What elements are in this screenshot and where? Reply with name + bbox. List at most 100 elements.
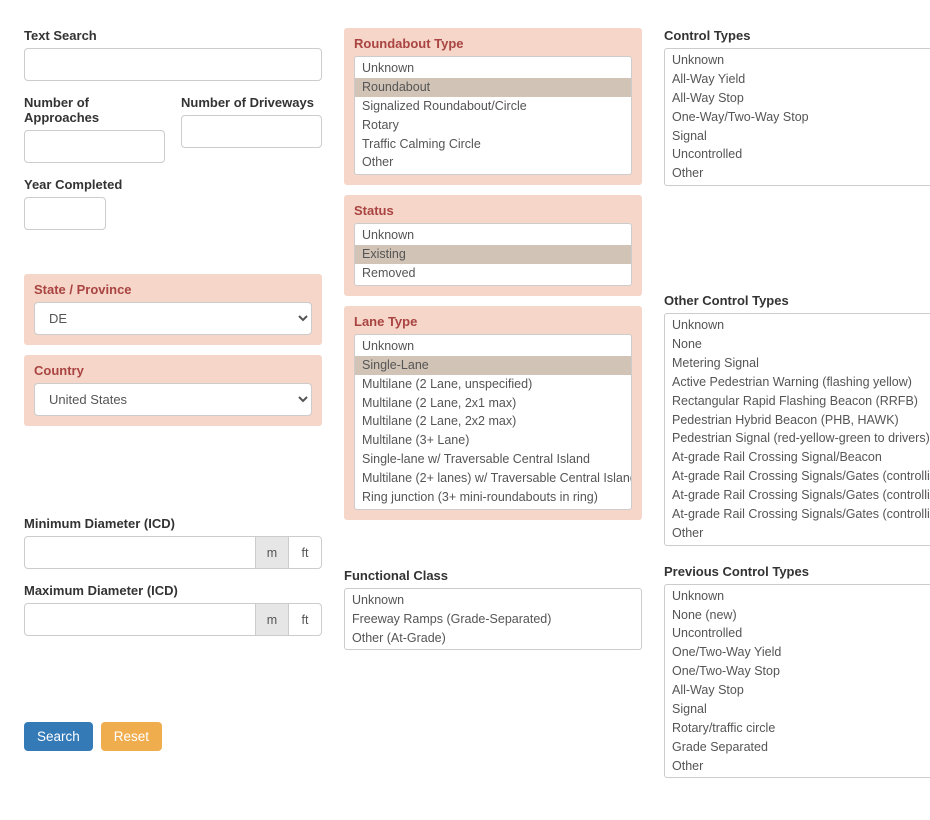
control-types-label: Control Types — [664, 28, 930, 43]
list-item[interactable]: At-grade Rail Crossing Signals/Gates (co… — [665, 467, 930, 486]
list-item[interactable]: Rotary — [355, 116, 631, 135]
list-item[interactable]: Unknown — [355, 226, 631, 245]
max-diameter-field: Maximum Diameter (ICD) m ft — [24, 583, 322, 636]
other-control-types-field: Other Control Types UnknownNoneMetering … — [664, 293, 930, 546]
max-diameter-input[interactable] — [24, 603, 256, 636]
list-item[interactable]: Active Pedestrian Warning (flashing yell… — [665, 373, 930, 392]
list-item[interactable]: Unknown — [665, 587, 930, 606]
list-item[interactable]: At-grade Rail Crossing Signals/Gates (co… — [665, 486, 930, 505]
list-item[interactable]: Existing — [355, 245, 631, 264]
list-item[interactable]: Unknown — [665, 316, 930, 335]
driveways-label: Number of Driveways — [181, 95, 322, 110]
list-item[interactable]: None (new) — [665, 606, 930, 625]
min-diameter-input[interactable] — [24, 536, 256, 569]
year-label: Year Completed — [24, 177, 322, 192]
list-item[interactable]: Uncontrolled — [665, 624, 930, 643]
min-diameter-field: Minimum Diameter (ICD) m ft — [24, 516, 322, 569]
min-unit-m-button[interactable]: m — [255, 536, 289, 569]
list-item[interactable]: Pedestrian Signal (red-yellow-green to d… — [665, 429, 930, 448]
driveways-input[interactable] — [181, 115, 322, 148]
country-field: Country United States — [24, 355, 322, 426]
list-item[interactable]: At-grade Rail Crossing Signal/Beacon — [665, 448, 930, 467]
list-item[interactable]: At-grade Rail Crossing Signals/Gates (co… — [665, 505, 930, 524]
lane-type-listbox[interactable]: UnknownSingle-LaneMultilane (2 Lane, uns… — [354, 334, 632, 510]
list-item[interactable]: Ring junction (3+ mini-roundabouts in ri… — [355, 488, 631, 507]
list-item[interactable]: Signalized Roundabout/Circle — [355, 97, 631, 116]
list-item[interactable]: Other — [665, 524, 930, 543]
other-control-types-label: Other Control Types — [664, 293, 930, 308]
approaches-label: Number of Approaches — [24, 95, 165, 125]
list-item[interactable]: Other — [665, 164, 930, 183]
list-item[interactable]: Rotary/traffic circle — [665, 719, 930, 738]
list-item[interactable]: Single-Lane — [355, 356, 631, 375]
list-item[interactable]: Other — [355, 153, 631, 172]
list-item[interactable]: All-Way Stop — [665, 681, 930, 700]
list-item[interactable]: One-Way/Two-Way Stop — [665, 108, 930, 127]
list-item[interactable]: Single-lane w/ Traversable Central Islan… — [355, 450, 631, 469]
list-item[interactable]: Unknown — [345, 591, 641, 610]
control-types-listbox[interactable]: UnknownAll-Way YieldAll-Way StopOne-Way/… — [664, 48, 930, 186]
functional-class-listbox[interactable]: UnknownFreeway Ramps (Grade-Separated)Ot… — [344, 588, 642, 651]
year-input[interactable] — [24, 197, 106, 230]
approaches-input[interactable] — [24, 130, 165, 163]
state-label: State / Province — [34, 282, 312, 297]
status-field: Status UnknownExistingRemoved — [344, 195, 642, 296]
list-item[interactable]: Freeway Ramps (Grade-Separated) — [345, 610, 641, 629]
min-diameter-label: Minimum Diameter (ICD) — [24, 516, 322, 531]
list-item[interactable]: Unknown — [355, 59, 631, 78]
approaches-field: Number of Approaches — [24, 95, 165, 163]
reset-button[interactable]: Reset — [101, 722, 162, 751]
status-label: Status — [354, 203, 632, 218]
min-unit-ft-button[interactable]: ft — [288, 536, 322, 569]
search-button[interactable]: Search — [24, 722, 93, 751]
list-item[interactable]: Multilane (2 Lane, 2x1 max) — [355, 394, 631, 413]
list-item[interactable]: Unknown — [665, 51, 930, 70]
list-item[interactable]: Signal — [665, 127, 930, 146]
list-item[interactable]: Rectangular Rapid Flashing Beacon (RRFB) — [665, 392, 930, 411]
list-item[interactable]: Pedestrian Hybrid Beacon (PHB, HAWK) — [665, 411, 930, 430]
list-item[interactable]: Multilane (2 Lane, unspecified) — [355, 375, 631, 394]
list-item[interactable]: Uncontrolled — [665, 145, 930, 164]
status-listbox[interactable]: UnknownExistingRemoved — [354, 223, 632, 286]
list-item[interactable]: Other (At-Grade) — [345, 629, 641, 648]
list-item[interactable]: Grade Separated — [665, 738, 930, 757]
list-item[interactable]: All-Way Stop — [665, 89, 930, 108]
list-item[interactable]: Multilane (3+ Lane) — [355, 431, 631, 450]
lane-type-label: Lane Type — [354, 314, 632, 329]
text-search-field: Text Search — [24, 28, 322, 81]
functional-class-field: Functional Class UnknownFreeway Ramps (G… — [344, 568, 642, 651]
control-types-field: Control Types UnknownAll-Way YieldAll-Wa… — [664, 28, 930, 186]
list-item[interactable]: None — [665, 335, 930, 354]
list-item[interactable]: One/Two-Way Yield — [665, 643, 930, 662]
text-search-input[interactable] — [24, 48, 322, 81]
roundabout-type-label: Roundabout Type — [354, 36, 632, 51]
max-diameter-label: Maximum Diameter (ICD) — [24, 583, 322, 598]
list-item[interactable]: Removed — [355, 264, 631, 283]
list-item[interactable]: Signal — [665, 700, 930, 719]
roundabout-type-field: Roundabout Type UnknownRoundaboutSignali… — [344, 28, 642, 185]
list-item[interactable]: Traffic Calming Circle — [355, 135, 631, 154]
list-item[interactable]: All-Way Yield — [665, 70, 930, 89]
list-item[interactable]: Roundabout — [355, 78, 631, 97]
state-field: State / Province DE — [24, 274, 322, 345]
functional-class-label: Functional Class — [344, 568, 642, 583]
year-field: Year Completed — [24, 177, 322, 230]
max-unit-m-button[interactable]: m — [255, 603, 289, 636]
country-label: Country — [34, 363, 312, 378]
lane-type-field: Lane Type UnknownSingle-LaneMultilane (2… — [344, 306, 642, 520]
list-item[interactable]: One/Two-Way Stop — [665, 662, 930, 681]
previous-control-types-field: Previous Control Types UnknownNone (new)… — [664, 564, 930, 779]
state-select[interactable]: DE — [34, 302, 312, 335]
list-item[interactable]: Metering Signal — [665, 354, 930, 373]
roundabout-type-listbox[interactable]: UnknownRoundaboutSignalized Roundabout/C… — [354, 56, 632, 175]
list-item[interactable]: Multilane (2 Lane, 2x2 max) — [355, 412, 631, 431]
list-item[interactable]: Unknown — [355, 337, 631, 356]
max-unit-ft-button[interactable]: ft — [288, 603, 322, 636]
list-item[interactable]: Other — [665, 757, 930, 776]
driveways-field: Number of Driveways — [181, 95, 322, 163]
list-item[interactable]: Multilane (2+ lanes) w/ Traversable Cent… — [355, 469, 631, 488]
previous-control-types-listbox[interactable]: UnknownNone (new)UncontrolledOne/Two-Way… — [664, 584, 930, 779]
other-control-types-listbox[interactable]: UnknownNoneMetering SignalActive Pedestr… — [664, 313, 930, 546]
previous-control-types-label: Previous Control Types — [664, 564, 930, 579]
country-select[interactable]: United States — [34, 383, 312, 416]
